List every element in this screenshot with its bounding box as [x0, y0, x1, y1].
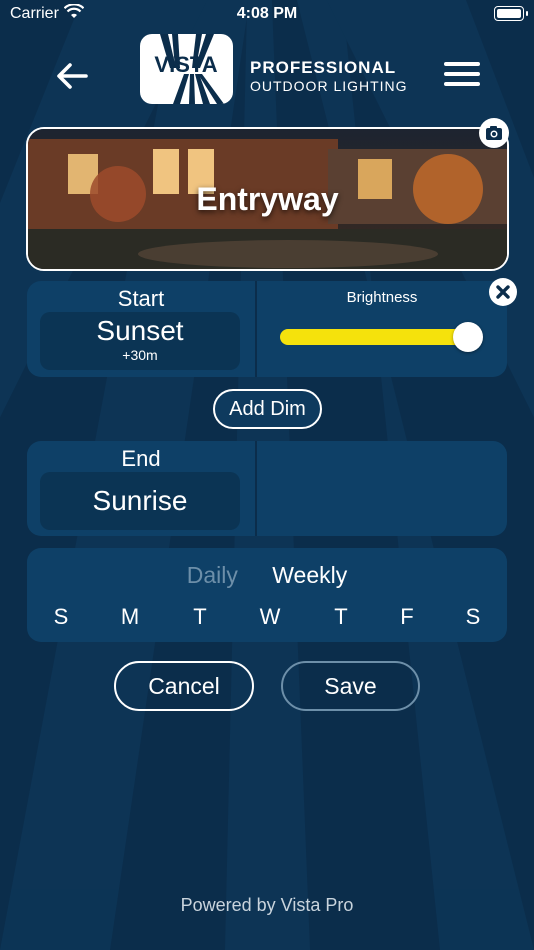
schedule-tabs: Daily Weekly [27, 562, 507, 589]
end-label: End [121, 446, 161, 471]
start-value: Sunset [96, 315, 184, 346]
start-settings-card: Start Sunset +30m Brightness [27, 281, 507, 377]
card-divider [255, 441, 257, 536]
cancel-button[interactable]: Cancel [114, 661, 254, 711]
battery-icon [494, 6, 528, 21]
svg-text:VISTA: VISTA [154, 52, 217, 77]
menu-button[interactable] [444, 62, 480, 92]
zone-title: Entryway [196, 181, 339, 217]
zone-photo[interactable]: Entryway [26, 127, 509, 271]
brightness-slider-thumb[interactable] [453, 322, 483, 352]
schedule-card: Daily Weekly S M T W T F S [27, 548, 507, 642]
back-button[interactable] [52, 56, 92, 96]
hamburger-icon-bar [444, 82, 480, 86]
hamburger-icon-bar [444, 62, 480, 66]
day-wednesday[interactable]: W [255, 604, 285, 630]
day-saturday[interactable]: S [458, 604, 488, 630]
camera-icon [486, 126, 502, 140]
brand-line-2: OUTDOOR LIGHTING [250, 78, 408, 94]
day-sunday[interactable]: S [46, 604, 76, 630]
close-icon [496, 285, 510, 299]
brightness-label: Brightness [346, 289, 418, 306]
save-button[interactable]: Save [281, 661, 420, 711]
start-offset: +30m [122, 347, 158, 363]
footer-text: Powered by Vista Pro [180, 895, 354, 915]
status-bar: Carrier 4:08 PM [0, 0, 534, 28]
day-tuesday[interactable]: T [185, 604, 215, 630]
back-arrow-icon [57, 63, 88, 89]
status-time: 4:08 PM [236, 5, 298, 22]
brightness-slider-track[interactable] [280, 329, 478, 345]
tab-daily[interactable]: Daily [187, 562, 238, 589]
end-time-picker[interactable]: Sunrise [40, 472, 240, 530]
remove-setting-button[interactable] [489, 278, 517, 306]
day-friday[interactable]: F [392, 604, 422, 630]
day-selector: S M T W T F S [27, 604, 507, 634]
brand-line-1: PROFESSIONAL [250, 58, 397, 77]
hamburger-icon-bar [444, 72, 480, 76]
day-monday[interactable]: M [115, 604, 145, 630]
start-time-picker[interactable]: Sunset +30m [40, 312, 240, 370]
change-photo-button[interactable] [479, 118, 509, 148]
day-thursday[interactable]: T [326, 604, 356, 630]
end-value: Sunrise [92, 485, 188, 516]
start-label: Start [117, 286, 165, 311]
add-dim-button[interactable]: Add Dim [213, 389, 322, 429]
end-settings-card: End Sunrise [27, 441, 507, 536]
brand-name: PROFESSIONAL OUTDOOR LIGHTING [250, 58, 408, 94]
vista-logo: VISTA [140, 34, 233, 104]
tab-weekly[interactable]: Weekly [272, 562, 347, 589]
